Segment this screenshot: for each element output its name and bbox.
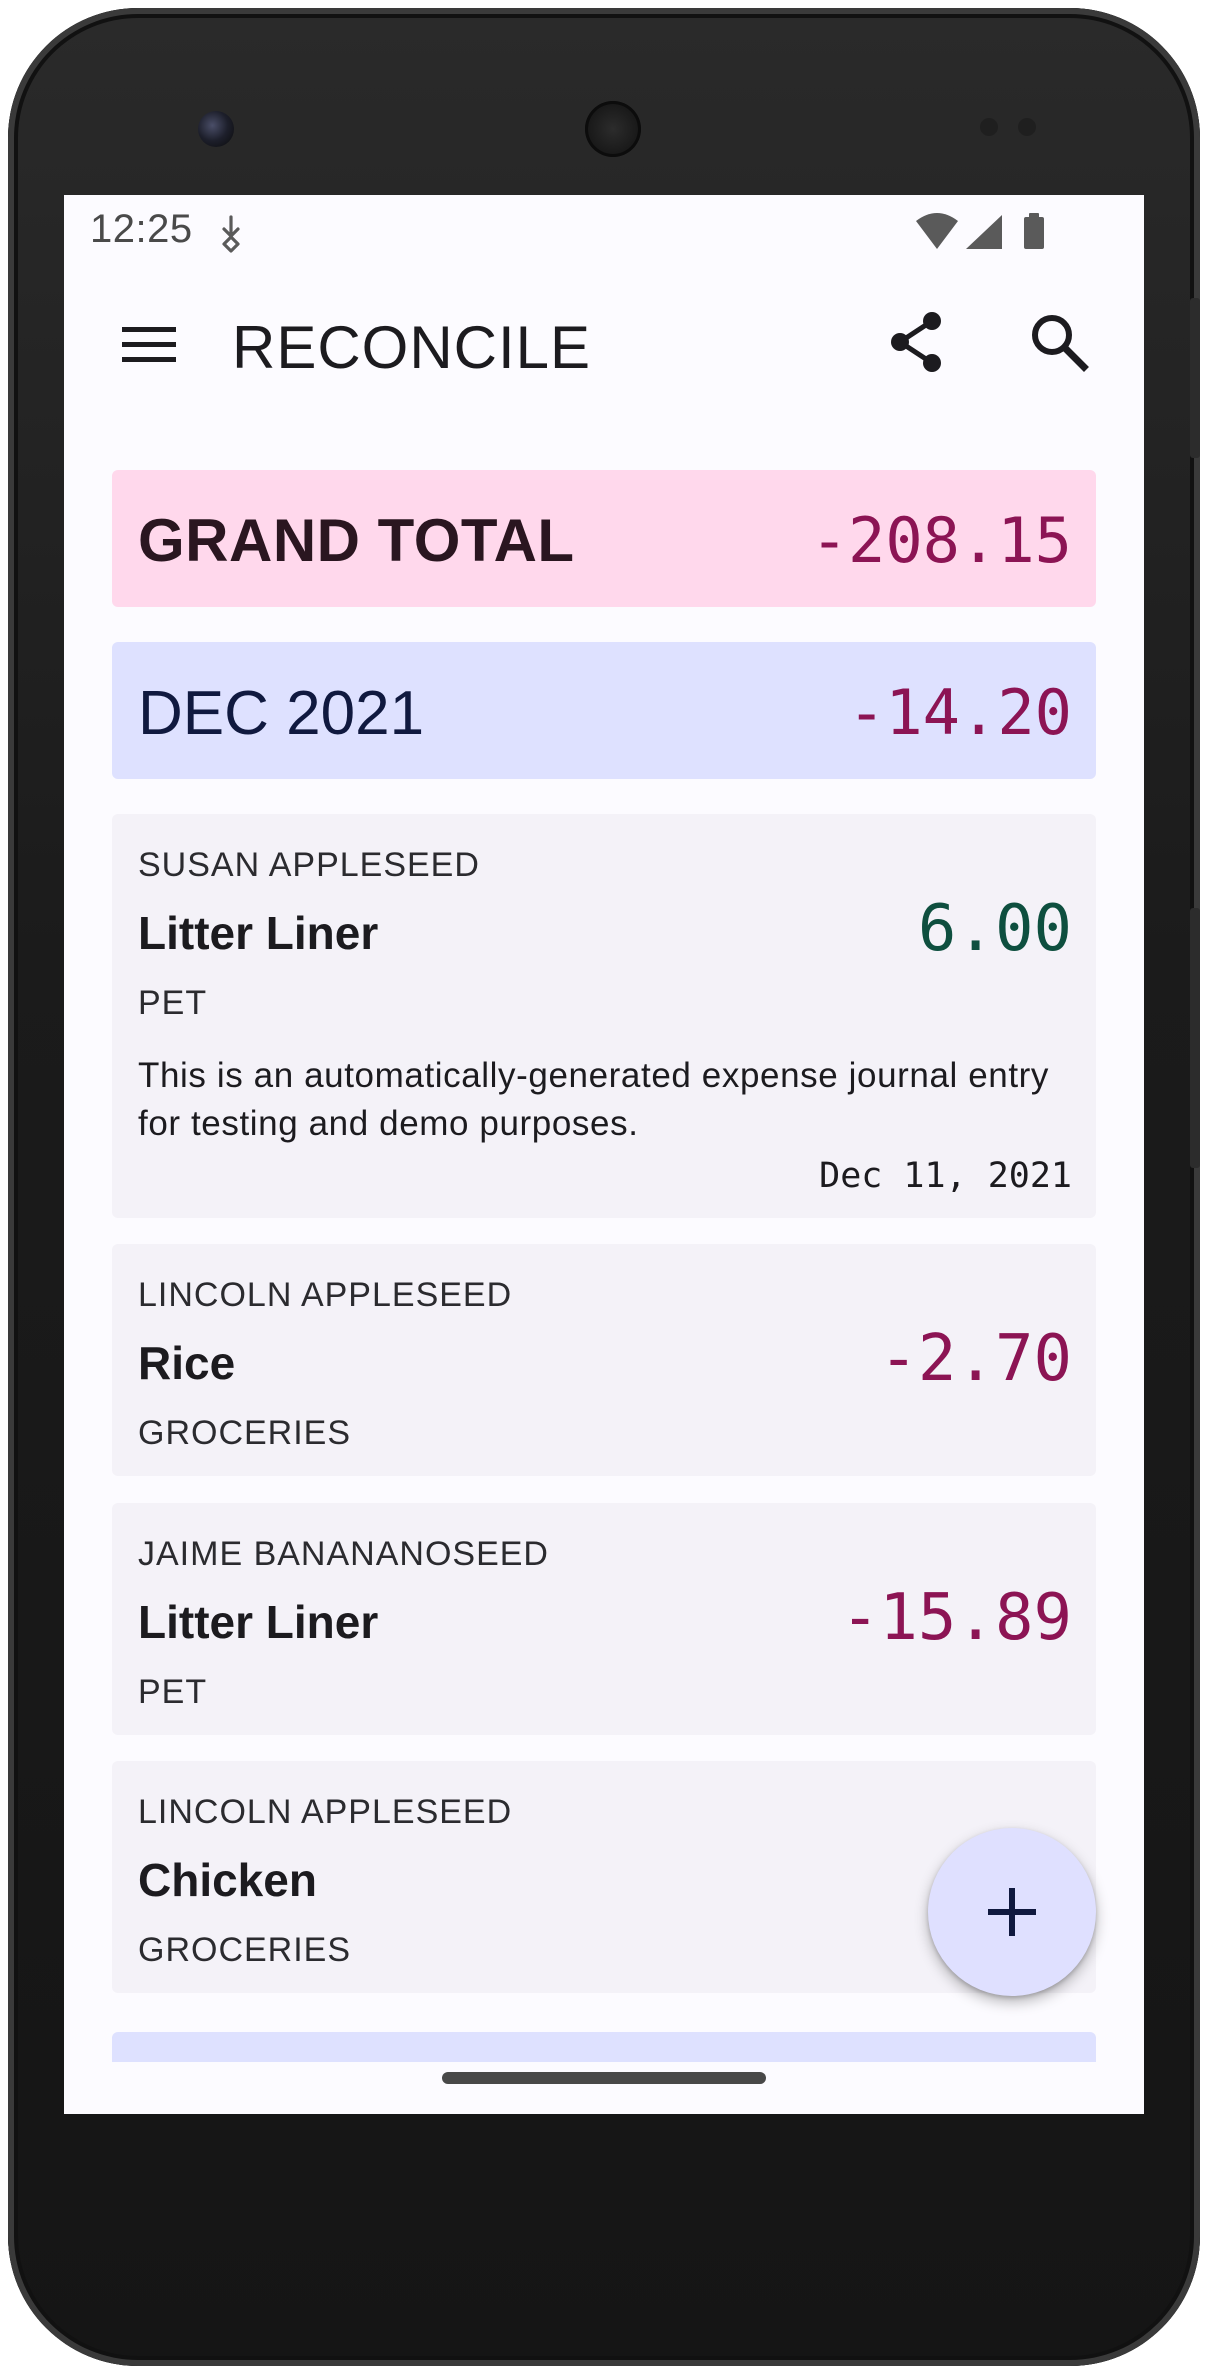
- entry-amount: -2.70: [879, 1322, 1072, 1396]
- add-icon: [984, 1884, 1040, 1940]
- entry-item: Litter Liner: [138, 1596, 379, 1648]
- volume-button: [1190, 298, 1200, 458]
- month-group-header[interactable]: DEC 2021 -14.20: [112, 642, 1096, 779]
- app-bar: RECONCILE: [64, 267, 1144, 417]
- screen: 12:25 RECONCILE GRAND TOTAL -208.15 DEC …: [64, 195, 1144, 2114]
- proximity-sensor: [980, 118, 998, 136]
- battery-icon: [1024, 213, 1044, 249]
- entry-date: Dec 11, 2021: [819, 1156, 1072, 1196]
- earpiece-speaker: [585, 101, 641, 157]
- entry-person: JAIME BANANANOSEED: [138, 1535, 549, 1573]
- page-title: RECONCILE: [232, 314, 592, 381]
- status-bar: 12:25: [64, 195, 1144, 267]
- entry-item: Chicken: [138, 1854, 317, 1906]
- search-icon[interactable]: [1024, 307, 1094, 377]
- device-frame: 12:25 RECONCILE GRAND TOTAL -208.15 DEC …: [0, 0, 1210, 2375]
- home-indicator[interactable]: [442, 2072, 766, 2084]
- entry-item: Rice: [138, 1337, 236, 1389]
- expense-entry[interactable]: LINCOLN APPLESEED Rice -2.70 GROCERIES: [112, 1244, 1096, 1476]
- entry-amount: 6.00: [917, 892, 1072, 966]
- entry-person: SUSAN APPLESEED: [138, 846, 480, 884]
- entry-amount: -15.89: [840, 1581, 1072, 1655]
- entry-category: GROCERIES: [138, 1931, 352, 1969]
- power-button: [1190, 908, 1200, 1168]
- status-icons: [914, 211, 1064, 255]
- entry-person: LINCOLN APPLESEED: [138, 1793, 513, 1831]
- add-entry-button[interactable]: [928, 1828, 1096, 1996]
- hamburger-menu-icon[interactable]: [120, 315, 180, 375]
- entry-item: Litter Liner: [138, 907, 379, 959]
- grand-total-card[interactable]: GRAND TOTAL -208.15: [112, 470, 1096, 607]
- share-icon[interactable]: [882, 307, 952, 377]
- entry-category: PET: [138, 1673, 208, 1711]
- wifi-icon: [916, 213, 958, 249]
- status-time: 12:25: [90, 207, 193, 251]
- cell-signal-icon: [966, 215, 1002, 249]
- next-month-header: [112, 2032, 1096, 2062]
- entry-category: GROCERIES: [138, 1414, 352, 1452]
- entry-description: This is an automatically-generated expen…: [138, 1056, 1050, 1143]
- month-label: DEC 2021: [138, 679, 425, 748]
- download-arrow-icon: [216, 213, 246, 253]
- entry-category: PET: [138, 984, 208, 1022]
- entry-person: LINCOLN APPLESEED: [138, 1276, 513, 1314]
- grand-total-label: GRAND TOTAL: [138, 507, 575, 574]
- expense-entry[interactable]: SUSAN APPLESEED Litter Liner 6.00 PET Th…: [112, 814, 1096, 1218]
- front-camera: [198, 111, 234, 147]
- expense-entry[interactable]: JAIME BANANANOSEED Litter Liner -15.89 P…: [112, 1503, 1096, 1735]
- light-sensor: [1018, 118, 1036, 136]
- month-total-value: -14.20: [848, 676, 1072, 749]
- grand-total-value: -208.15: [810, 504, 1072, 577]
